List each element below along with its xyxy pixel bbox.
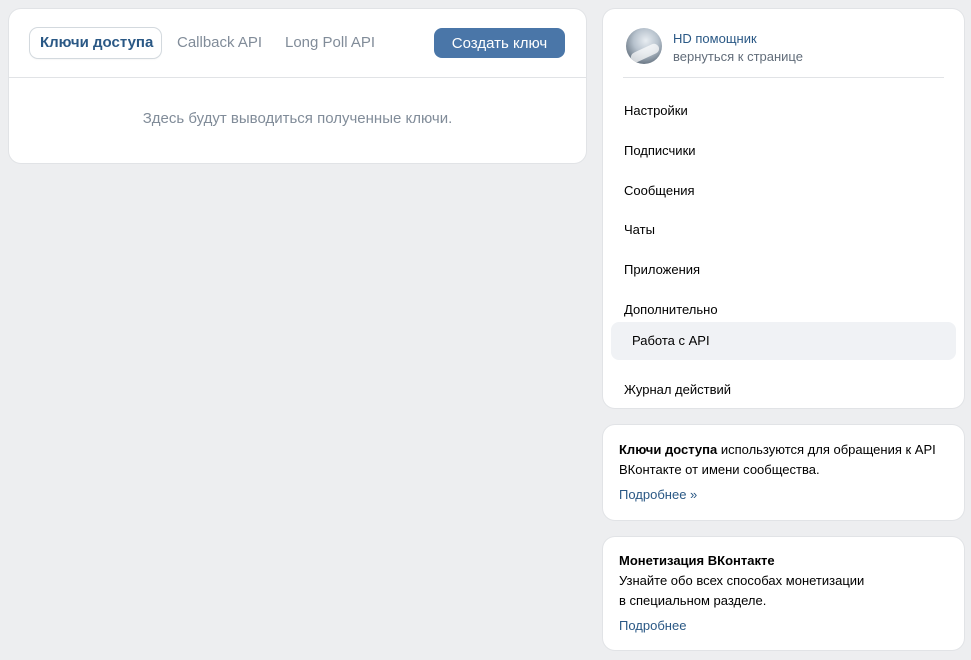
info-text: Ключи доступа используются для обращения… — [619, 440, 950, 480]
api-keys-card: Ключи доступа Callback API Long Poll API… — [9, 9, 586, 163]
tab-callback-api[interactable]: Callback API — [167, 28, 272, 58]
sidebar-item-subscribers[interactable]: Подписчики — [611, 133, 956, 169]
tab-long-poll-api[interactable]: Long Poll API — [275, 28, 385, 58]
monetization-line-1: Узнайте обо всех способах монетизации — [619, 573, 865, 588]
group-nav-card: HD помощник вернуться к странице Настрой… — [603, 9, 964, 408]
sidebar-item-action-log[interactable]: Журнал действий — [611, 372, 956, 408]
monetization-more-link[interactable]: Подробнее — [619, 618, 686, 633]
sidebar-item-settings[interactable]: Настройки — [611, 93, 956, 129]
divider — [623, 77, 944, 78]
tab-bar: Ключи доступа Callback API Long Poll API… — [9, 9, 586, 78]
info-more-link[interactable]: Подробнее » — [619, 487, 697, 502]
monetization-card: Монетизация ВКонтакте Узнайте обо всех с… — [603, 537, 964, 650]
sidebar-item-messages[interactable]: Сообщения — [611, 173, 956, 209]
info-bold: Ключи доступа — [619, 442, 718, 457]
sidebar-item-chats[interactable]: Чаты — [611, 212, 956, 248]
group-avatar[interactable] — [626, 28, 662, 64]
back-to-page-link[interactable]: вернуться к странице — [673, 49, 803, 64]
empty-state-text: Здесь будут выводиться полученные ключи. — [142, 110, 453, 127]
group-name-link[interactable]: HD помощник — [673, 31, 757, 46]
monetization-line-2: в специальном разделе. — [619, 593, 767, 608]
tab-access-keys[interactable]: Ключи доступа — [30, 28, 161, 58]
sidebar-item-api[interactable]: Работа с API — [611, 322, 956, 360]
monetization-title: Монетизация ВКонтакте — [619, 553, 775, 568]
create-key-button[interactable]: Создать ключ — [434, 28, 565, 58]
sidebar-item-apps[interactable]: Приложения — [611, 252, 956, 288]
access-keys-info-card: Ключи доступа используются для обращения… — [603, 425, 964, 520]
